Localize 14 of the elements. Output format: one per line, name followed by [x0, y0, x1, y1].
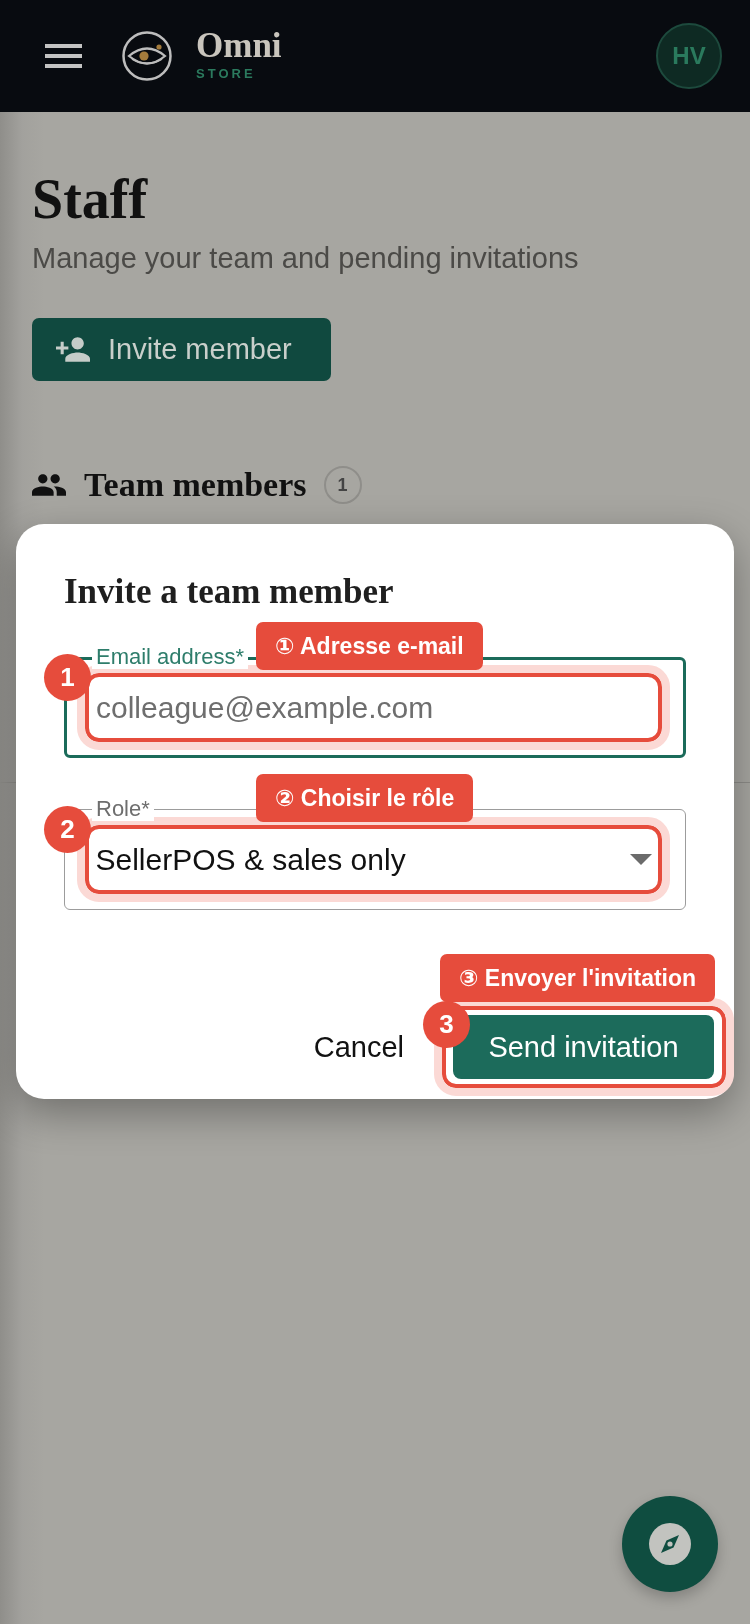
field-label: Email address*: [92, 645, 248, 669]
step-marker: 1: [44, 654, 91, 701]
page-subtitle: Manage your team and pending invitations: [32, 241, 579, 276]
callout-tooltip: ③ Envoyer l'invitation: [440, 954, 716, 1002]
member-count-badge: 1: [323, 466, 362, 504]
brand-name: Omni: [196, 27, 282, 64]
page-title: Staff: [32, 167, 148, 231]
dialog-title: Invite a team member: [64, 571, 394, 613]
callout-tooltip: ② Choisir le rôle: [256, 774, 474, 822]
field-label: Role*: [92, 797, 154, 821]
section-title: Team members: [84, 465, 307, 505]
brand-tagline: STORE: [196, 66, 257, 81]
callout-tooltip: ① Adresse e-mail: [256, 622, 483, 670]
step-marker: 2: [44, 806, 91, 853]
